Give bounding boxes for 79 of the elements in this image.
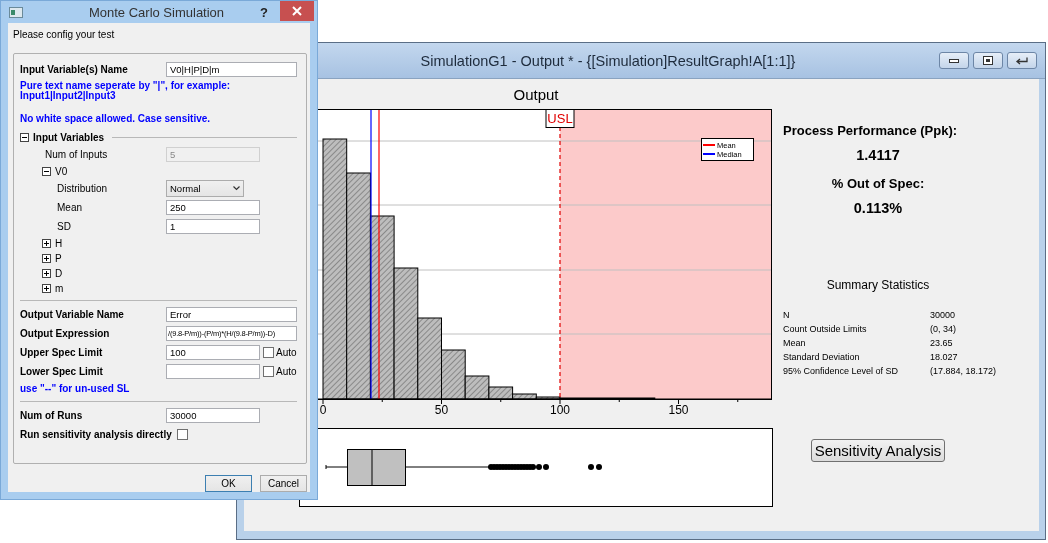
axis-tick-label: 150 [668, 403, 689, 417]
input-field[interactable] [166, 364, 260, 379]
field-label: Upper Spec Limit [20, 347, 104, 358]
field-label: Input Variable(s) Name [20, 64, 129, 75]
input-field[interactable]: 100 [166, 345, 260, 360]
tree-item[interactable]: H [55, 238, 63, 249]
minimize-button[interactable] [939, 52, 969, 69]
stat-value: 23.65 [930, 338, 954, 348]
return-icon [1015, 56, 1029, 65]
chart-title: Output [512, 86, 560, 105]
expand-icon[interactable] [42, 284, 51, 293]
window-title: Monte Carlo Simulation [87, 4, 226, 20]
metric-label: Process Performance (Ppk): [783, 123, 959, 138]
restore-icon [983, 56, 993, 65]
dialog-button[interactable]: OK [205, 475, 252, 492]
stat-label: Mean [783, 338, 807, 348]
field-label: Num of Inputs [44, 149, 109, 160]
input-field[interactable]: V0|H|P|D|m [166, 62, 297, 77]
tree-item[interactable]: D [55, 268, 63, 279]
tree-item[interactable]: m [55, 283, 64, 294]
close-button[interactable] [280, 1, 314, 21]
stat-label: Standard Deviation [783, 352, 861, 362]
stat-value: (0, 34) [930, 324, 957, 334]
checkbox[interactable] [176, 429, 188, 440]
input-field[interactable]: 1 [166, 219, 260, 234]
sensitivity-analysis-button[interactable]: Sensitivity Analysis [810, 439, 946, 462]
field-label: Mean [56, 202, 83, 213]
minimize-icon [949, 58, 959, 63]
metric-value: 0.113% [853, 200, 903, 216]
stat-label: N [783, 310, 791, 320]
hint-text: No white space allowed. Case sensitive. [20, 113, 212, 124]
expand-icon[interactable] [42, 269, 51, 278]
stat-value: 18.027 [930, 352, 959, 362]
field-label: Run sensitivity analysis directly [20, 429, 172, 440]
expand-icon[interactable] [42, 239, 51, 248]
window-title: SimulationG1 - Output * - {[Simulation]ResultGraph!A[1:1]} [419, 52, 797, 69]
dropdown[interactable]: Normal [166, 180, 244, 197]
stat-label: Count Outside Limits [783, 324, 868, 334]
collapse-icon[interactable] [20, 132, 29, 142]
field-label: Output Expression [20, 328, 111, 339]
input-field[interactable]: Error [166, 307, 297, 322]
section-label: Input Variables [33, 131, 105, 143]
metric-label: % Out of Spec: [831, 176, 925, 191]
field-label: SD [56, 221, 72, 232]
axis-tick-label: 100 [550, 403, 570, 417]
stat-value: 30000 [930, 310, 957, 320]
stat-label: 95% Confidence Level of SD [783, 366, 900, 376]
field-label: Num of Runs [20, 410, 84, 421]
checkbox[interactable] [263, 347, 274, 358]
collapse-icon[interactable] [42, 167, 51, 176]
expand-icon[interactable] [42, 254, 51, 263]
metric-value: 1.4117 [856, 147, 900, 163]
field-label: Output Variable Name [20, 309, 125, 320]
hint-text: Pure text name seperate by "|", for example: [20, 81, 232, 91]
legend-box [701, 138, 754, 161]
stat-value: (17.884, 18.172) [930, 366, 998, 376]
field-label: Distribution [56, 183, 109, 194]
dialog-button[interactable]: Cancel [260, 475, 307, 492]
axis-tick-label: 0 [319, 403, 327, 417]
section-title: Summary Statistics [826, 278, 930, 292]
input-field[interactable]: 30000 [166, 408, 260, 423]
return-button[interactable] [1007, 52, 1037, 69]
checkbox-label: Auto [276, 366, 297, 377]
field-label: Lower Spec Limit [20, 366, 104, 377]
axis-tick-label: 50 [434, 403, 449, 417]
checkbox[interactable] [263, 366, 274, 377]
hint-text: use "--" for un-used SL [20, 383, 131, 394]
input-field[interactable]: 250 [166, 200, 260, 215]
caret-icon [233, 186, 240, 191]
spec-limit-label: USL [545, 109, 575, 128]
tree-item[interactable]: V0 [55, 166, 68, 177]
tree-item[interactable]: P [55, 253, 62, 264]
app-icon [9, 6, 23, 18]
prompt-text: Please config your test [13, 29, 116, 42]
restore-button[interactable] [973, 52, 1003, 69]
close-icon [292, 6, 302, 16]
help-button[interactable]: ? [260, 4, 268, 20]
checkbox-label: Auto [276, 347, 297, 358]
hint-text: Input1|Input2|Input3 [20, 91, 116, 101]
